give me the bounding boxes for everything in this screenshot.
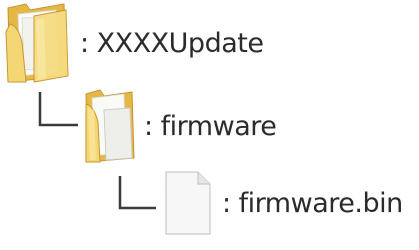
root-folder-label: : XXXXUpdate: [80, 27, 264, 59]
tree-node-root-folder[interactable]: : XXXXUpdate: [4, 2, 264, 84]
firmware-folder-label: : firmware: [144, 110, 277, 142]
folder-open-document-icon: [85, 89, 135, 163]
tree-node-firmware-file[interactable]: : firmware.bin: [162, 170, 403, 236]
file-icon: [165, 171, 211, 235]
tree-node-firmware-folder[interactable]: : firmware: [84, 88, 277, 164]
firmware-file-label: : firmware.bin: [222, 187, 403, 219]
folder-icon: [5, 3, 69, 83]
